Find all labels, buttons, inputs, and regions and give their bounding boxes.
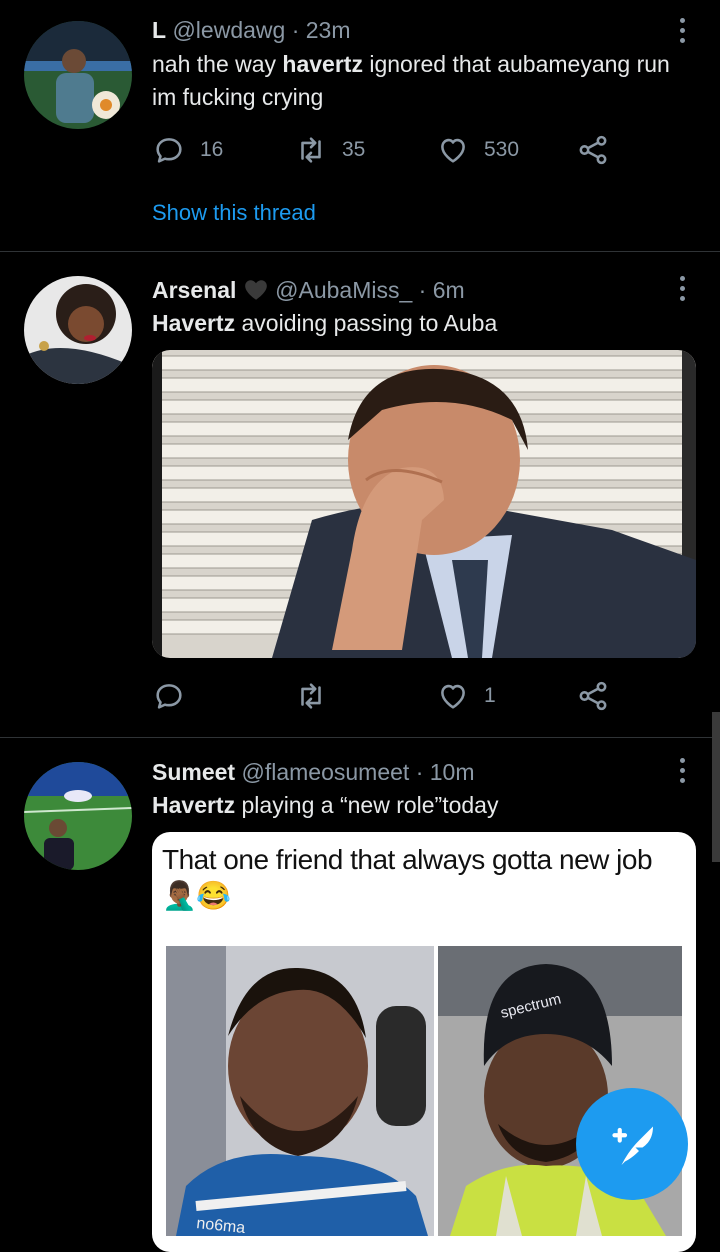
like-button[interactable]: 530 [436,130,519,170]
reply-icon [156,138,182,163]
reply-button[interactable] [152,676,200,716]
more-icon[interactable] [680,276,686,306]
like-count: 1 [484,684,496,707]
scrollbar[interactable] [712,712,720,862]
retweet-icon [301,137,321,163]
author-handle[interactable]: @AubaMiss_ [275,277,412,303]
text-segment: playing a “new role”today [235,792,499,818]
black-heart-icon [244,280,267,300]
like-button[interactable]: 1 [436,676,496,716]
share-icon [579,135,607,165]
text-bold: havertz [282,51,363,77]
author-name[interactable]: Sumeet [152,759,235,785]
share-button[interactable] [576,676,624,716]
tweet-text: Havertz avoiding passing to Auba [152,307,696,340]
like-icon [441,138,465,163]
tweet-image[interactable] [152,350,696,658]
share-icon [579,681,607,711]
like-count: 530 [484,138,520,161]
show-thread-link[interactable]: Show this thread [152,200,316,226]
retweet-button[interactable] [294,676,342,716]
author-handle[interactable]: @flameosumeet [241,759,409,785]
author-handle[interactable]: @lewdawg [172,17,285,43]
like-icon [441,684,465,709]
meme-caption: That one friend that always gotta new jo… [162,844,653,911]
text-segment: avoiding passing to Auba [235,310,498,336]
more-icon[interactable] [680,18,686,48]
avatar[interactable] [24,762,132,870]
share-button[interactable] [576,130,624,170]
tweet-1[interactable]: L @lewdawg · 23m nah the way havertz ign… [0,0,720,250]
text-segment: nah the way [152,51,283,77]
retweet-icon [301,683,321,709]
reply-count: 16 [200,138,224,161]
timestamp[interactable]: · 6m [419,277,465,303]
retweet-button[interactable]: 35 [294,130,365,170]
reply-icon [156,684,182,709]
author-name[interactable]: Arsenal [152,277,236,303]
retweet-count: 35 [342,138,366,161]
timestamp[interactable]: · 10m [416,759,475,785]
compose-icon [612,1126,653,1165]
avatar[interactable] [24,276,132,384]
author-name[interactable]: L [152,17,166,43]
tweet-text: nah the way havertz ignored that aubamey… [152,48,696,114]
text-bold: Havertz [152,310,236,336]
tweet-text: Havertz playing a “new role”today [152,789,696,822]
more-icon[interactable] [680,758,686,788]
reply-button[interactable]: 16 [152,130,223,170]
text-bold: Havertz [152,792,236,818]
timestamp[interactable]: · 23m [292,17,351,43]
tweet-2[interactable]: Arsenal @AubaMiss_ · 6m Havertz avoiding… [0,252,720,736]
compose-button[interactable] [576,1088,688,1200]
avatar[interactable] [24,21,132,129]
